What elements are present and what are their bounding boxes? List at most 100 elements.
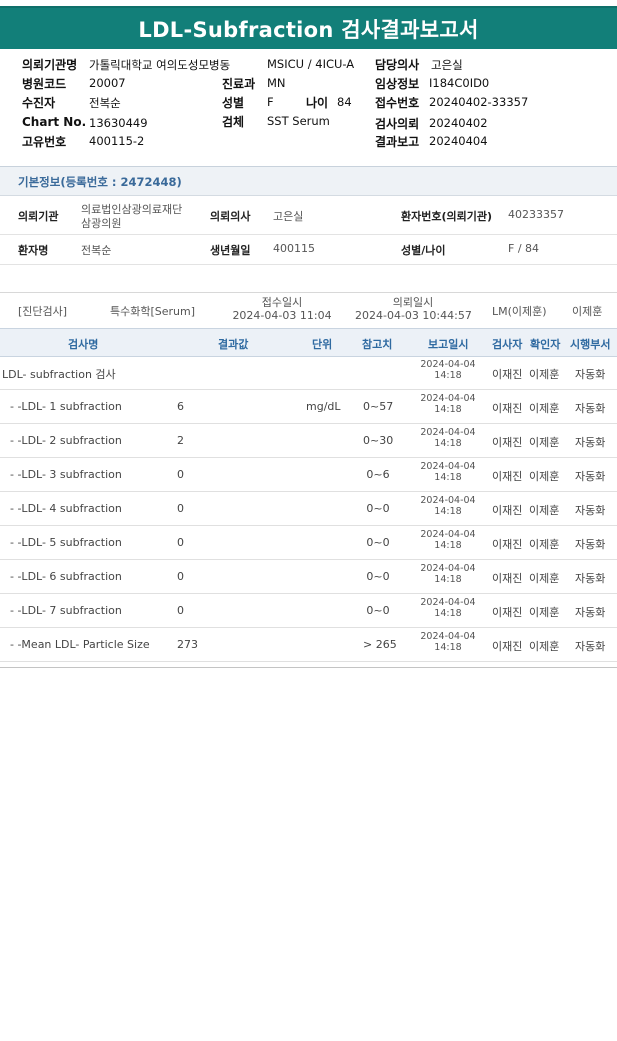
age-label: 나이 [306, 96, 329, 110]
receipt-no-value: 20240402-33357 [429, 95, 529, 109]
table-row: LDL- subfraction 검사 2024-04-04 14:18 이재진 … [0, 355, 617, 390]
patient-info-grid: 의뢰기관명 가톨릭대학교 여의도성모병동 MSICU / 4ICU-A 담당의사… [0, 52, 617, 162]
receipt-datetime-value: 2024-04-03 11:04 [232, 309, 332, 322]
row-checker: 이제훈 [529, 436, 560, 449]
row-test-name: - -LDL- 6 subfraction [10, 570, 122, 583]
row-department: 자동화 [575, 504, 606, 517]
row-test-name: - -LDL- 7 subfraction [10, 604, 122, 617]
request-datetime-value: 2024-04-03 10:44:57 [355, 309, 472, 322]
row-checker: 이제훈 [529, 538, 560, 551]
table-row: - -LDL- 4 subfraction 0 0~0 2024-04-04 14… [0, 491, 617, 526]
request-value: 20240402 [429, 116, 488, 130]
row-test-name: - -LDL- 4 subfraction [10, 502, 122, 515]
row-result: 0 [177, 468, 184, 481]
row-report-datetime: 2024-04-04 14:18 [408, 597, 488, 619]
row-tester: 이재진 [492, 606, 523, 619]
row-report-date: 2024-04-04 [420, 393, 476, 404]
row-tester: 이재진 [492, 504, 523, 517]
basic-table-bottom [0, 264, 617, 265]
row-result: 0 [177, 536, 184, 549]
row-tester: 이재진 [492, 640, 523, 653]
lm-person: LM(이제훈) [492, 305, 547, 318]
row-department: 자동화 [575, 368, 606, 381]
patient-no-value: 40233357 [508, 208, 564, 221]
col-header-unit: 단위 [312, 338, 333, 351]
table-row: - -LDL- 1 subfraction 6 mg/dL 0~57 2024-… [0, 389, 617, 424]
row-report-datetime: 2024-04-04 14:18 [408, 631, 488, 653]
row-report-date: 2024-04-04 [420, 359, 476, 370]
row-tester: 이재진 [492, 470, 523, 483]
col-header-report-date: 보고일시 [428, 338, 469, 351]
row-report-datetime: 2024-04-04 14:18 [408, 393, 488, 415]
row-department: 자동화 [575, 402, 606, 415]
row-result: 6 [177, 400, 184, 413]
row-reference: 0~30 [363, 434, 394, 447]
table-row: - -Mean LDL- Particle Size 273 > 265 202… [0, 627, 617, 662]
table-row: - -LDL- 6 subfraction 0 0~0 2024-04-04 14… [0, 559, 617, 594]
test-category: 특수화학[Serum] [110, 305, 196, 318]
order-person: 이제훈 [572, 305, 603, 318]
row-reference: 0~0 [366, 570, 390, 583]
row-tester: 이재진 [492, 368, 523, 381]
row-reference: 0~57 [363, 400, 394, 413]
row-test-name: - -LDL- 3 subfraction [10, 468, 122, 481]
report-date-value: 20240404 [429, 134, 488, 148]
row-report-time: 14:18 [434, 608, 462, 619]
row-test-name: - -LDL- 5 subfraction [10, 536, 122, 549]
basic-info-header: 기본정보(등록번호 : 2472448) [0, 166, 617, 196]
order-info-bar: [진단검사] 특수화학[Serum] 접수일시 2024-04-03 11:04… [0, 292, 617, 329]
clinical-value: I184C0ID0 [429, 76, 490, 90]
col-header-department: 시행부서 [570, 338, 611, 351]
receipt-no-label: 접수번호 [375, 96, 420, 110]
row-report-datetime: 2024-04-04 14:18 [408, 359, 488, 381]
institution-label: 의뢰기관명 [22, 58, 78, 72]
row-report-time: 14:18 [434, 472, 462, 483]
row-tester: 이재진 [492, 538, 523, 551]
report-date-label: 결과보고 [375, 135, 420, 149]
report-header: LDL-Subfraction 검사결과보고서 [0, 6, 617, 49]
clinical-label: 임상정보 [375, 77, 420, 91]
doctor-label: 담당의사 [375, 58, 420, 72]
patient-name-label: 환자명 [18, 244, 49, 257]
row-department: 자동화 [575, 640, 606, 653]
row-checker: 이제훈 [529, 402, 560, 415]
row-report-time: 14:18 [434, 370, 462, 381]
row-result: 0 [177, 604, 184, 617]
basic-info-title: 기본정보(등록번호 : 2472448) [18, 175, 182, 189]
row-report-date: 2024-04-04 [420, 461, 476, 472]
req-inst-value-2: 삼광의원 [81, 217, 122, 230]
row-report-time: 14:18 [434, 438, 462, 449]
row-checker: 이제훈 [529, 470, 560, 483]
row-report-date: 2024-04-04 [420, 597, 476, 608]
row-department: 자동화 [575, 538, 606, 551]
basic-info-table: 의뢰기관 의료법인삼광의료재단 삼광의원 의뢰의사 고은실 환자번호(의뢰기관)… [0, 196, 617, 264]
row-test-name: - -Mean LDL- Particle Size [10, 638, 150, 651]
dob-value: 400115 [273, 242, 315, 255]
request-datetime: 의뢰일시 2024-04-03 10:44:57 [355, 296, 472, 322]
col-header-checker: 확인자 [530, 338, 561, 351]
row-department: 자동화 [575, 572, 606, 585]
row-reference: > 265 [363, 638, 397, 651]
row-report-datetime: 2024-04-04 14:18 [408, 427, 488, 449]
row-checker: 이제훈 [529, 368, 560, 381]
row-unit: mg/dL [306, 400, 341, 413]
row-tester: 이재진 [492, 572, 523, 585]
request-datetime-label: 의뢰일시 [392, 296, 434, 309]
row-test-name: - -LDL- 1 subfraction [10, 400, 122, 413]
receiver-value: 전복순 [89, 96, 121, 110]
row-report-time: 14:18 [434, 506, 462, 517]
specimen-label: 검체 [222, 115, 245, 129]
receiver-label: 수진자 [22, 96, 56, 110]
row-report-date: 2024-04-04 [420, 427, 476, 438]
results-table-header: 검사명 결과값 단위 참고치 보고일시 검사자 확인자 시행부서 [0, 328, 617, 357]
row-test-name: - -LDL- 2 subfraction [10, 434, 122, 447]
row-report-time: 14:18 [434, 574, 462, 585]
unique-no-label: 고유번호 [22, 135, 67, 149]
ward-value: MSICU / 4ICU-A [267, 57, 355, 71]
row-report-date: 2024-04-04 [420, 495, 476, 506]
row-checker: 이제훈 [529, 640, 560, 653]
row-report-datetime: 2024-04-04 14:18 [408, 461, 488, 483]
chart-no-label: Chart No. [22, 115, 87, 129]
req-doc-label: 의뢰의사 [210, 210, 251, 223]
basic-row-divider [0, 234, 617, 235]
